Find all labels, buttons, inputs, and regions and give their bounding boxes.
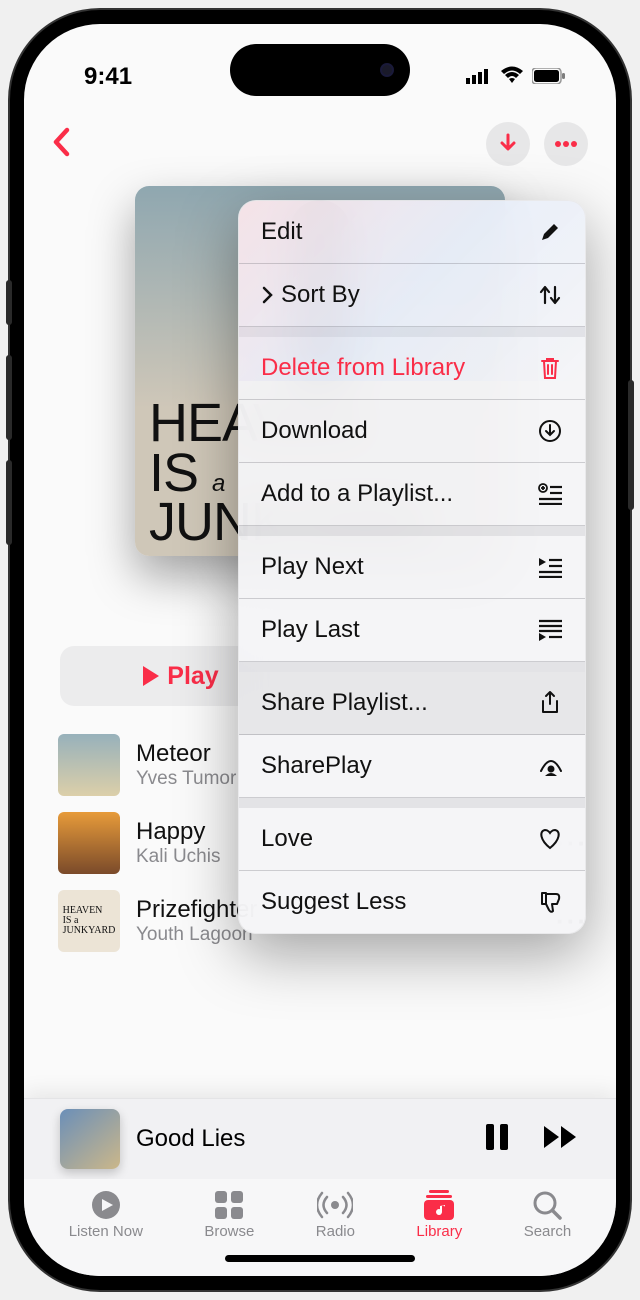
thumbs-down-icon <box>537 889 563 915</box>
menu-item-play-next[interactable]: Play Next <box>239 536 585 599</box>
play-last-icon <box>537 617 563 643</box>
menu-item-download[interactable]: Download <box>239 400 585 463</box>
next-track-icon[interactable] <box>542 1124 580 1155</box>
chevron-right-icon <box>261 286 273 304</box>
battery-icon <box>532 63 566 91</box>
home-indicator[interactable] <box>225 1255 415 1262</box>
search-icon <box>532 1189 562 1221</box>
download-circle-icon <box>537 418 563 444</box>
menu-item-shareplay[interactable]: SharePlay <box>239 735 585 798</box>
menu-item-play-last[interactable]: Play Last <box>239 599 585 662</box>
back-button[interactable] <box>52 127 72 162</box>
share-icon <box>537 690 563 716</box>
tab-library[interactable]: Library <box>416 1189 462 1240</box>
play-circle-icon <box>90 1189 122 1221</box>
sort-arrows-icon <box>537 282 563 308</box>
menu-item-edit[interactable]: Edit <box>239 201 585 264</box>
wifi-icon <box>500 63 524 91</box>
status-time: 9:41 <box>84 63 132 91</box>
play-next-icon <box>537 554 563 580</box>
menu-item-delete[interactable]: Delete from Library <box>239 337 585 400</box>
now-playing-bar[interactable]: Good Lies <box>24 1098 616 1179</box>
tab-search[interactable]: Search <box>524 1189 572 1240</box>
context-menu: Edit Sort By Delete from Library Downloa… <box>238 200 586 934</box>
now-playing-title: Good Lies <box>136 1125 468 1153</box>
add-to-list-icon <box>537 481 563 507</box>
tab-browse[interactable]: Browse <box>204 1189 254 1240</box>
tab-listen-now[interactable]: Listen Now <box>69 1189 143 1240</box>
pencil-icon <box>537 219 563 245</box>
track-artwork <box>58 812 120 874</box>
tab-radio[interactable]: Radio <box>316 1189 355 1240</box>
trash-icon <box>537 355 563 381</box>
cellular-icon <box>466 63 492 91</box>
track-artwork <box>58 734 120 796</box>
radio-icon <box>317 1189 353 1221</box>
menu-item-suggest-less[interactable]: Suggest Less <box>239 871 585 933</box>
download-nav-button[interactable] <box>486 122 530 166</box>
heart-icon <box>537 826 563 852</box>
now-playing-artwork <box>60 1109 120 1169</box>
menu-item-sort[interactable]: Sort By <box>239 264 585 327</box>
library-icon <box>424 1189 454 1221</box>
track-artwork: HEAVENIS aJUNKYARD <box>58 890 120 952</box>
menu-item-share-playlist[interactable]: Share Playlist... <box>239 672 585 735</box>
more-nav-button[interactable] <box>544 122 588 166</box>
menu-item-add-playlist[interactable]: Add to a Playlist... <box>239 463 585 526</box>
shareplay-icon <box>537 753 563 779</box>
grid-icon <box>214 1189 244 1221</box>
menu-item-love[interactable]: Love <box>239 808 585 871</box>
pause-icon[interactable] <box>484 1122 510 1157</box>
